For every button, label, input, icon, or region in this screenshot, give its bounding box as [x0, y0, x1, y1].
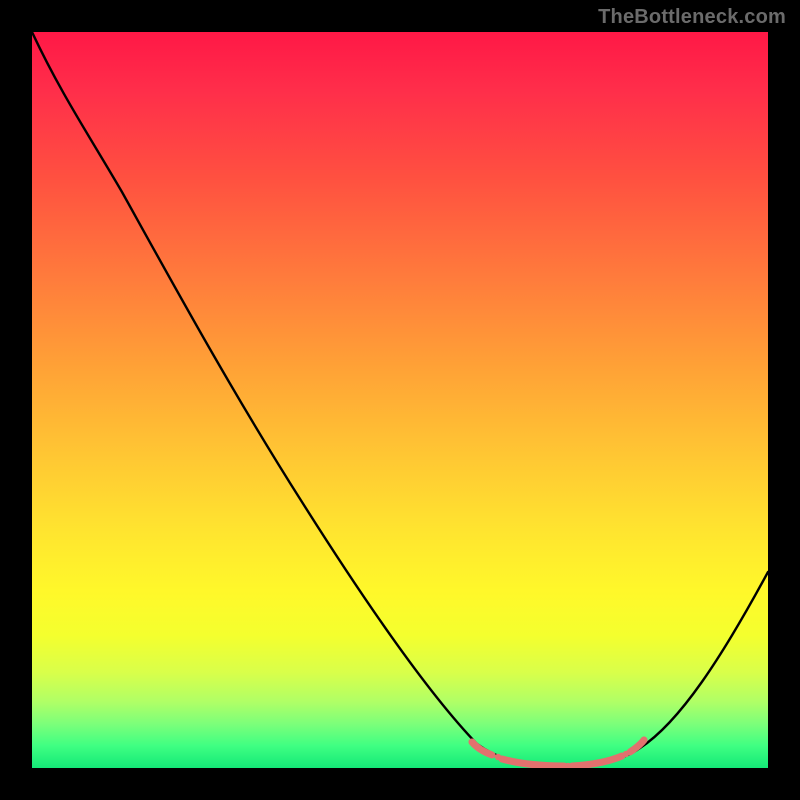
marker-dot-icon: [495, 754, 501, 760]
marker-dot-icon: [623, 751, 629, 757]
marker-dot-icon: [641, 737, 648, 744]
marker-dot-icon: [469, 739, 476, 746]
curve-layer: [32, 32, 768, 768]
plot-area: [32, 32, 768, 768]
chart-stage: TheBottleneck.com: [0, 0, 800, 800]
optimal-range-marker: [472, 740, 644, 766]
bottleneck-curve: [32, 32, 768, 767]
watermark-text: TheBottleneck.com: [598, 6, 786, 29]
